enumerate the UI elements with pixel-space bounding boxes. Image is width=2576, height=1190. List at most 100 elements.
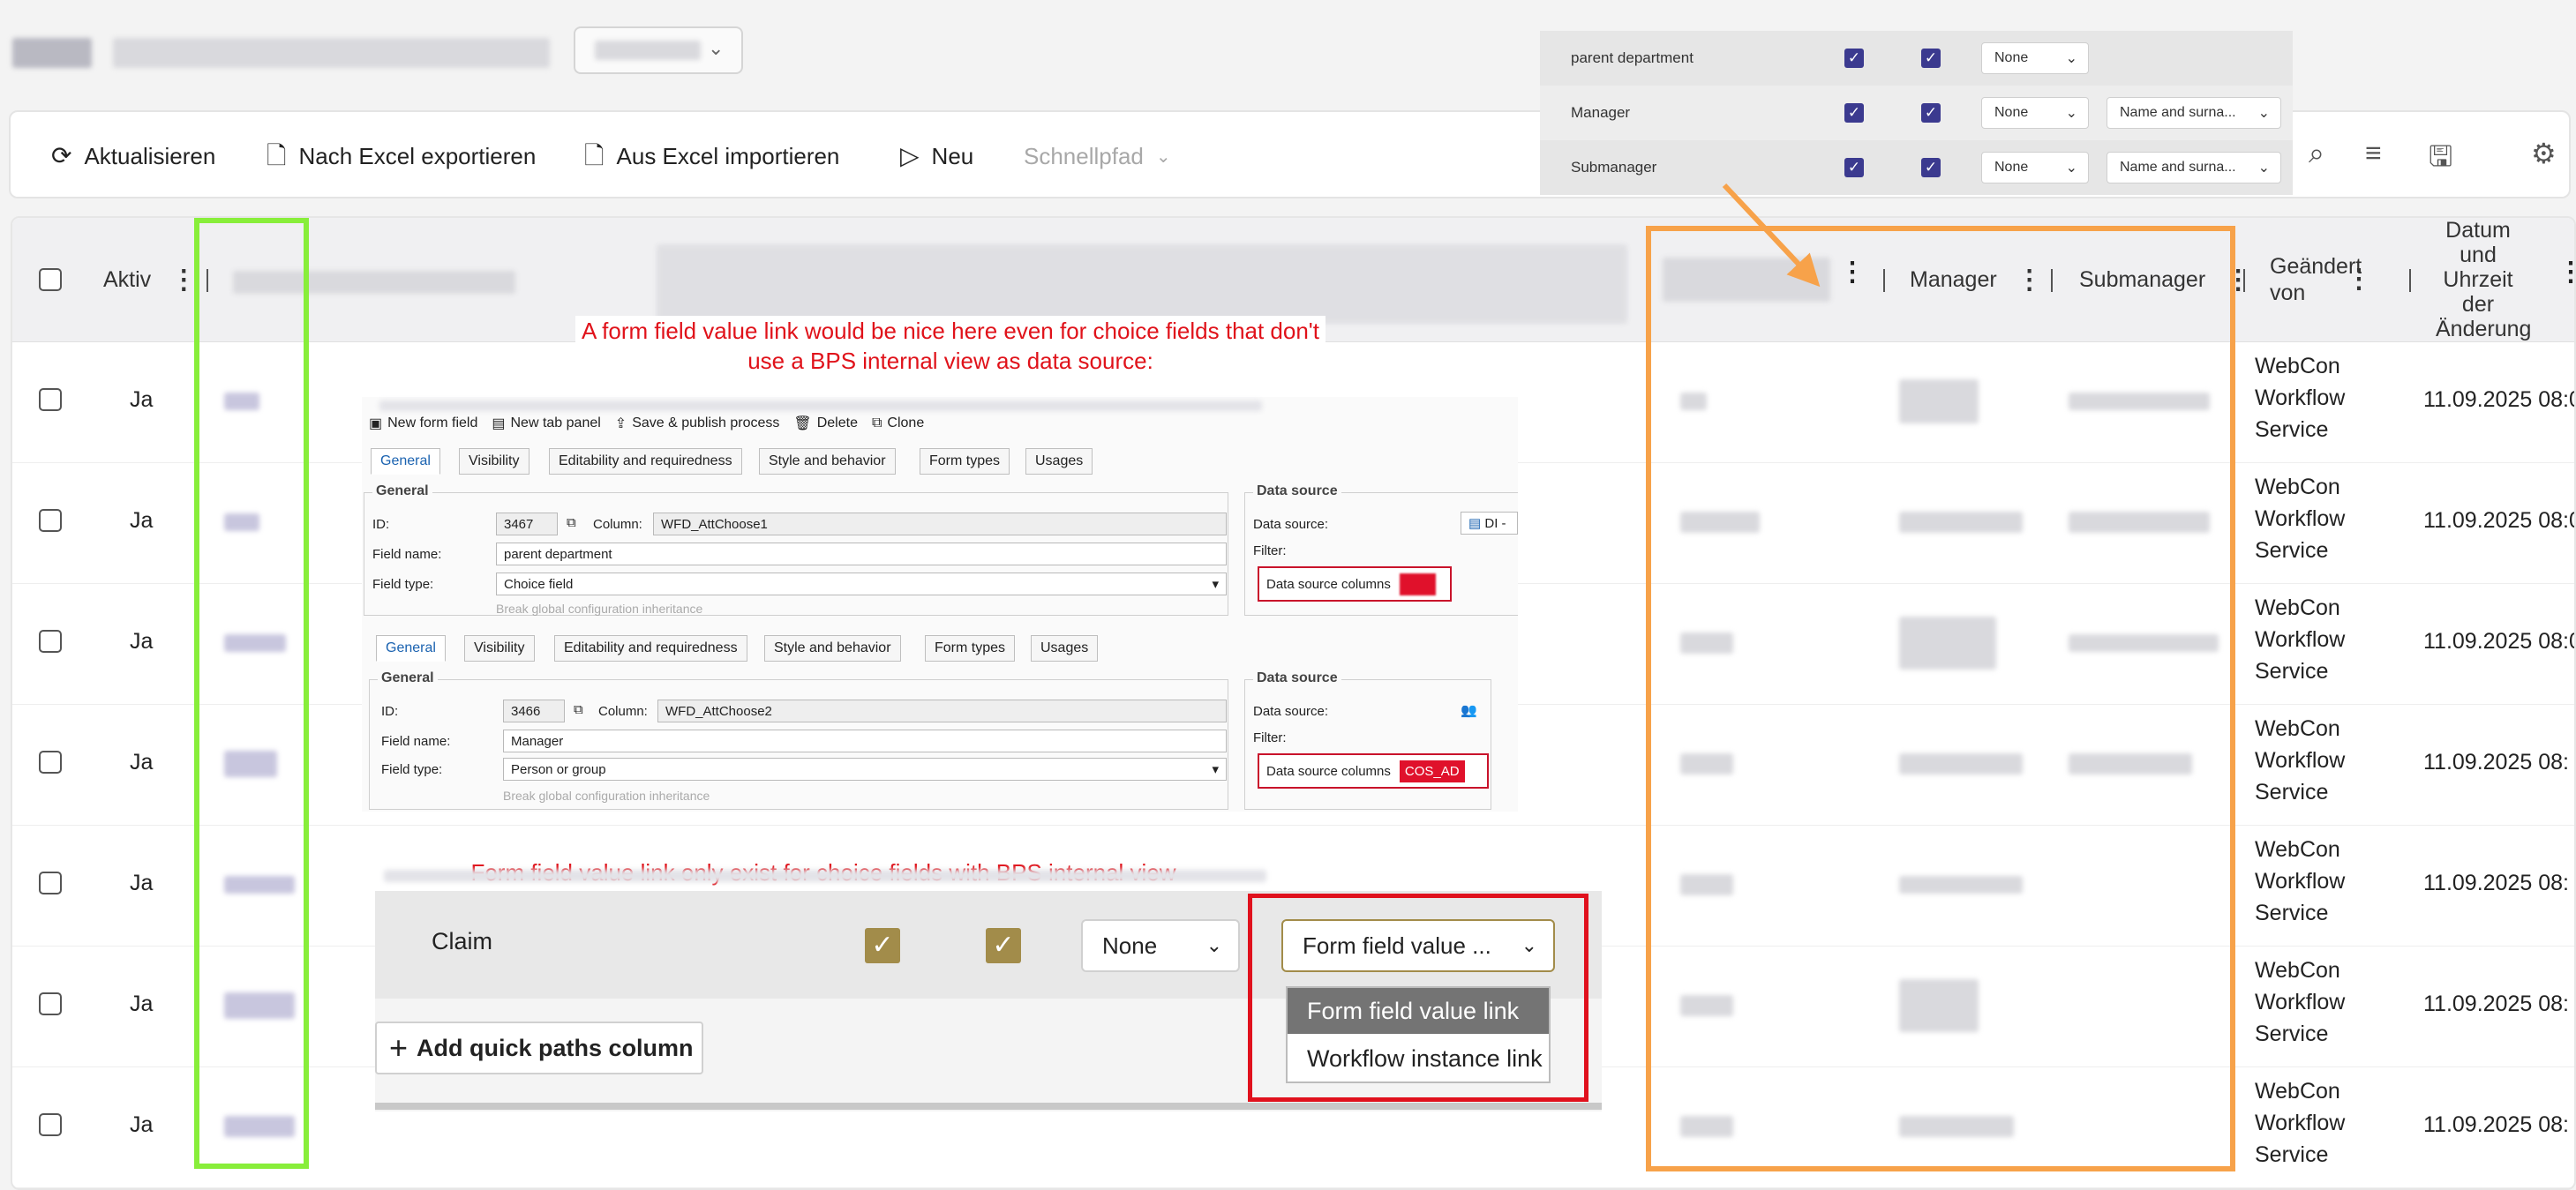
new-button[interactable]: ▷ Neu: [900, 138, 973, 174]
new-form-field-button[interactable]: New form field: [387, 415, 477, 431]
view-selector[interactable]: ⌄: [574, 26, 743, 74]
field-type-select[interactable]: Person or group ▾: [503, 758, 1227, 781]
row-checkbox[interactable]: [39, 509, 62, 532]
tab-style[interactable]: Style and behavior: [764, 635, 901, 662]
gear-icon[interactable]: ⚙: [2531, 137, 2557, 170]
tab-label: Style and behavior: [774, 640, 891, 655]
cell-active: Ja: [130, 1112, 154, 1137]
row-checkbox[interactable]: [39, 992, 62, 1015]
delete-button[interactable]: Delete: [817, 415, 858, 431]
row-checkbox[interactable]: [39, 388, 62, 411]
link-type-select[interactable]: None ⌄: [1981, 97, 2089, 129]
chevron-down-icon: ⌄: [2257, 106, 2270, 121]
publish-icon: ⇪: [614, 416, 627, 431]
row-checkbox[interactable]: [39, 872, 62, 894]
cell-changed-by: WebCon Workflow Service: [2255, 958, 2346, 1046]
checkbox-checked[interactable]: ✓: [1921, 49, 1941, 68]
column-label: Column:: [593, 517, 642, 532]
save-view-icon[interactable]: 🖫: [2429, 137, 2452, 184]
checkbox-checked[interactable]: ✓: [986, 928, 1021, 963]
column-menu-icon[interactable]: ⋮: [2557, 257, 2574, 288]
select-value: None: [1102, 932, 1158, 959]
datasource-columns-chip[interactable]: Data source columns: [1258, 566, 1452, 602]
filter-icon[interactable]: ≡: [2365, 137, 2382, 169]
tab-usages[interactable]: Usages: [1025, 448, 1093, 475]
export-excel-label: Nach Excel exportieren: [298, 142, 537, 169]
checkbox-checked[interactable]: ✓: [1921, 158, 1941, 177]
group-title: General: [372, 483, 432, 499]
select-all-checkbox[interactable]: [39, 218, 62, 341]
display-format-select[interactable]: Name and surna... ⌄: [2107, 97, 2281, 129]
select-value: Name and surna...: [2120, 105, 2236, 120]
import-excel-button[interactable]: 🗋 Aus Excel importieren: [584, 138, 839, 174]
tab-editability[interactable]: Editability and requiredness: [554, 635, 747, 662]
link-type-select[interactable]: None ⌄: [1981, 42, 2089, 74]
users-icon: 👥: [1461, 703, 1477, 718]
cell-changed-date: 11.09.2025 08:0: [2423, 387, 2576, 412]
display-format-select[interactable]: Name and surna... ⌄: [2107, 152, 2281, 183]
green-highlight-box: [194, 218, 309, 1169]
cell-changed-by: WebCon Workflow Service: [2255, 837, 2346, 925]
cell-changed-date: 11.09.2025 08:0: [2423, 629, 2576, 654]
field-name-input[interactable]: Manager: [503, 730, 1227, 752]
tab-editability[interactable]: Editability and requiredness: [549, 448, 742, 475]
break-inheritance-checkbox[interactable]: Break global configuration inheritance: [496, 602, 702, 616]
select-value: Name and surna...: [2120, 160, 2236, 175]
column-active[interactable]: Aktiv ⋮: [103, 218, 197, 341]
view-title-blurred: [113, 38, 550, 68]
checkbox-checked[interactable]: ✓: [1844, 158, 1864, 177]
search-icon[interactable]: ⌕: [2309, 137, 2324, 170]
config-row: parent department ✓ ✓ None ⌄: [1540, 31, 2293, 86]
tab-usages[interactable]: Usages: [1031, 635, 1099, 662]
column-changed-date[interactable]: Datum und Uhrzeit der Änderung: [2436, 218, 2550, 341]
tab-visibility[interactable]: Visibility: [459, 448, 529, 475]
add-quick-paths-label: Add quick paths column: [417, 1034, 694, 1061]
field-name-input[interactable]: parent department: [496, 543, 1227, 565]
refresh-icon: ⟳: [51, 142, 72, 169]
datasource-columns-chip[interactable]: Data source columns COS_AD: [1258, 753, 1489, 789]
data-source-select[interactable]: ▤ DI -: [1461, 512, 1518, 535]
column-field: WFD_AttChoose1: [653, 513, 1227, 535]
refresh-button[interactable]: ⟳ Aktualisieren: [51, 138, 215, 174]
export-excel-button[interactable]: 🗋 Nach Excel exportieren: [267, 138, 536, 174]
quick-path-button[interactable]: Schnellpfad ⌄: [1024, 138, 1171, 174]
data-source-label: Data source:: [1253, 704, 1329, 719]
tab-general[interactable]: General: [376, 635, 446, 662]
checkbox-checked[interactable]: ✓: [1844, 49, 1864, 68]
tab-form-types[interactable]: Form types: [925, 635, 1016, 662]
trash-icon: 🗑: [793, 416, 812, 431]
clone-button[interactable]: Clone: [887, 415, 924, 431]
column-menu-icon[interactable]: ⋮: [2346, 266, 2372, 293]
row-checkbox[interactable]: [39, 630, 62, 653]
chevron-down-icon: ⌄: [2257, 161, 2270, 176]
link-type-select[interactable]: None ⌄: [1981, 152, 2089, 183]
row-checkbox[interactable]: [39, 1113, 62, 1136]
checkbox-checked[interactable]: ✓: [865, 928, 900, 963]
column-active-label: Aktiv: [103, 266, 152, 292]
new-tab-panel-button[interactable]: New tab panel: [511, 415, 601, 431]
add-quick-paths-column-button[interactable]: + Add quick paths column: [375, 1022, 703, 1074]
tab-general[interactable]: General: [371, 448, 440, 475]
checkbox-checked[interactable]: ✓: [1844, 103, 1864, 123]
column-menu-icon[interactable]: ⋮: [170, 265, 197, 296]
tab-visibility[interactable]: Visibility: [464, 635, 535, 662]
column-changed-by[interactable]: Geändert von ⋮: [2270, 218, 2372, 341]
config-row-label: Manager: [1571, 104, 1631, 121]
select-value: None: [1994, 50, 2029, 65]
chevron-down-icon: ⌄: [2065, 106, 2077, 121]
checkbox-checked[interactable]: ✓: [1921, 103, 1941, 123]
tab-style[interactable]: Style and behavior: [759, 448, 896, 475]
break-inheritance-checkbox[interactable]: Break global configuration inheritance: [503, 789, 710, 803]
refresh-label: Aktualisieren: [84, 142, 216, 169]
select-value: None: [1994, 160, 2029, 175]
filter-label: Filter:: [1253, 543, 1287, 558]
cell-changed-date: 11.09.2025 08:: [2423, 750, 2569, 775]
link-type-select[interactable]: None ⌄: [1081, 919, 1240, 972]
copy-icon: ⧉: [574, 702, 583, 717]
save-publish-button[interactable]: Save & publish process: [632, 415, 779, 431]
row-checkbox[interactable]: [39, 751, 62, 774]
form-field-icon: ▣: [369, 416, 383, 431]
field-type-select[interactable]: Choice field ▾: [496, 573, 1227, 595]
tab-label: Usages: [1040, 640, 1089, 655]
tab-form-types[interactable]: Form types: [920, 448, 1010, 475]
